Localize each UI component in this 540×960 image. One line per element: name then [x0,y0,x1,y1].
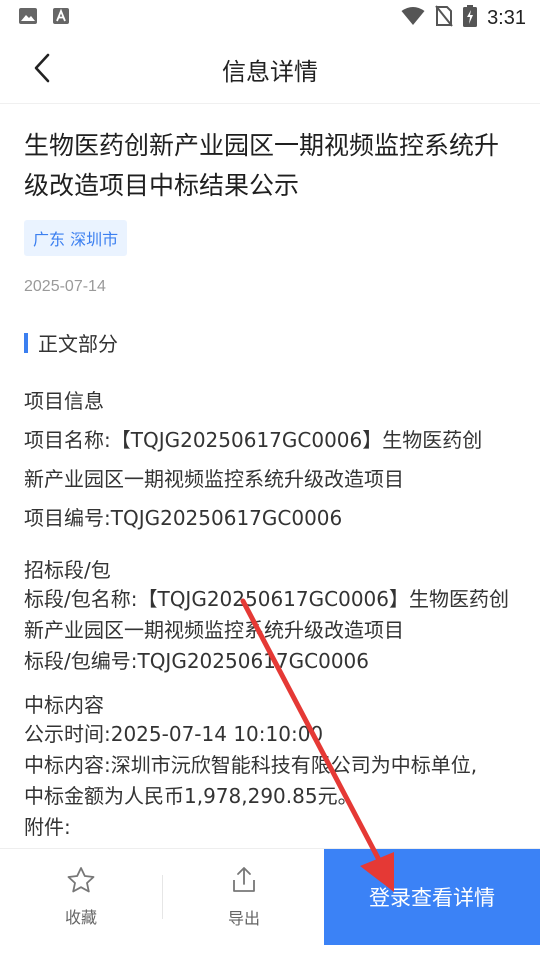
star-icon [66,866,96,898]
award-content-line2: 中标金额为人民币1,978,290.85元。 [24,784,358,808]
award-content-line1: 中标内容:深圳市沅欣智能科技有限公司为中标单位, [24,753,478,777]
lot-name-line1: 标段/包名称:【TQJG20250617GC0006】生物医药创 [24,587,509,611]
lot-code: 标段/包编号:TQJG20250617GC0006 [24,649,369,673]
lot-info-heading: 招标段/包 [24,558,111,582]
login-view-details-button[interactable]: 登录查看详情 [324,849,540,945]
status-right: 3:31 [401,5,526,31]
status-bar: 3:31 [0,0,540,36]
project-code: 项目编号:TQJG20250617GC0006 [24,506,343,530]
article-content[interactable]: 生物医药创新产业园区一期视频监控系统升级改造项目中标结果公示 广东 深圳市 20… [0,104,540,848]
section-accent-bar [24,332,28,353]
project-info-heading: 项目信息 [24,389,104,413]
award-time: 公示时间:2025-07-14 10:10:00 [24,722,324,746]
project-info-block: 项目信息 项目名称:【TQJG20250617GC0006】生物医药创 新产业园… [24,387,516,538]
project-name-line2: 新产业园区一期视频监控系统升级改造项目 [24,467,404,491]
article-title: 生物医药创新产业园区一期视频监控系统升级改造项目中标结果公示 [24,131,500,200]
lot-info-block: 招标段/包 标段/包名称:【TQJG20250617GC0006】生物医药创 新… [24,556,516,677]
favorite-button[interactable]: 收藏 [0,849,162,945]
lot-name-line2: 新产业园区一期视频监控系统升级改造项目 [24,618,404,642]
publish-date: 2025-07-14 [24,278,106,295]
export-label: 导出 [227,909,260,928]
export-button[interactable]: 导出 [163,849,325,945]
section-title: 正文部分 [38,332,118,356]
share-export-icon [229,865,259,899]
page-title: 信息详情 [222,58,318,86]
award-info-heading: 中标内容 [24,693,104,717]
attachment-label: 附件: [24,815,71,839]
battery-charging-icon [463,5,478,31]
nav-bar: 信息详情 [0,36,540,104]
region-tag: 广东 深圳市 [24,220,128,256]
bottom-action-bar: 收藏 导出 登录查看详情 [0,848,540,945]
status-time: 3:31 [487,6,526,29]
back-button[interactable] [22,50,62,90]
chevron-left-icon [32,53,52,87]
status-left [18,7,70,29]
wifi-icon [401,6,425,30]
no-sim-icon [435,5,453,31]
section-header: 正文部分 [24,328,516,357]
app-notification-icon [52,7,70,29]
project-name-line1: 项目名称:【TQJG20250617GC0006】生物医药创 [24,428,483,452]
image-notification-icon [18,7,38,29]
favorite-label: 收藏 [64,908,97,927]
award-info-block: 中标内容 公示时间:2025-07-14 10:10:00 中标内容:深圳市沅欣… [24,691,516,843]
